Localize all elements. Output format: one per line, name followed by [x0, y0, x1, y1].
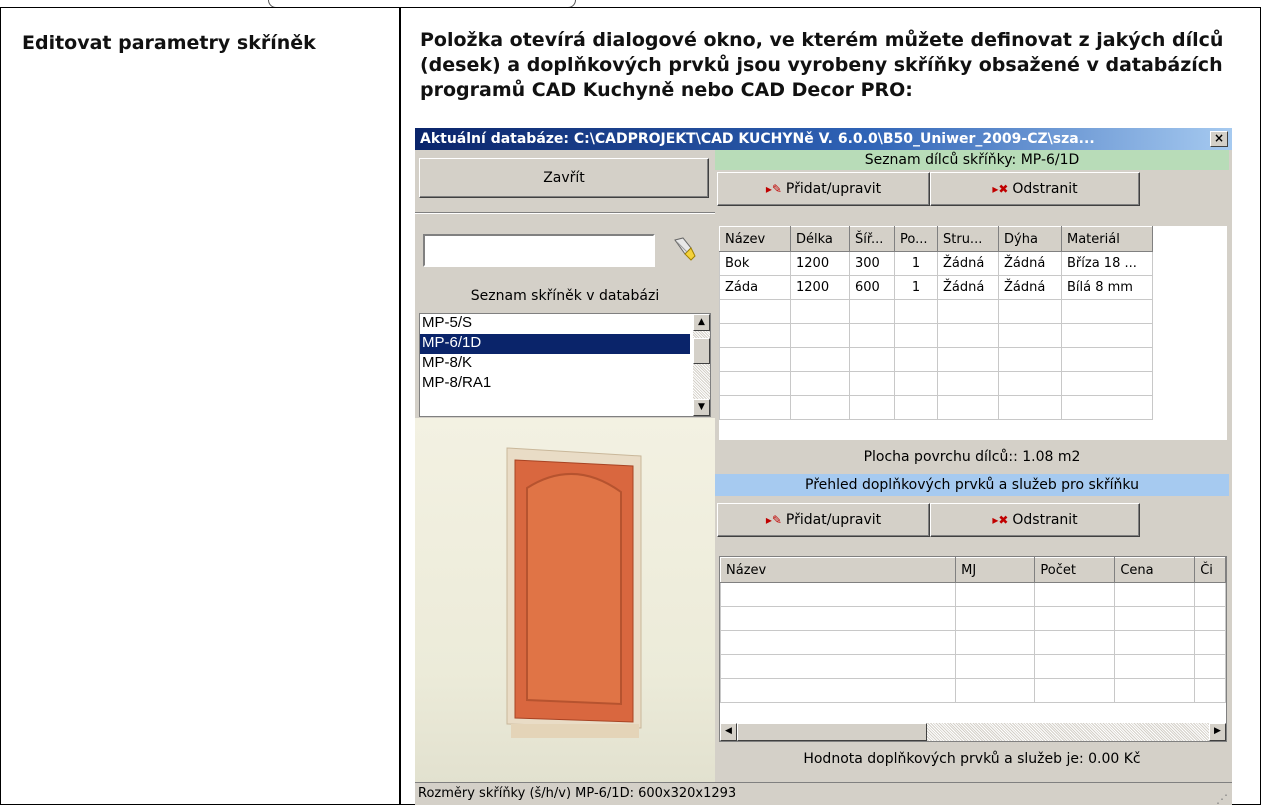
col-name[interactable]: Název	[719, 226, 791, 252]
horizontal-scrollbar[interactable]: ◀ ▶	[720, 723, 1226, 741]
remove-parts-button[interactable]: ▸✖ Odstranit	[930, 172, 1140, 206]
list-item-selected[interactable]: MP-6/1D	[420, 334, 690, 354]
cell: Záda	[719, 275, 791, 300]
scroll-thumb[interactable]	[737, 723, 927, 741]
table-row-empty[interactable]	[719, 299, 1153, 324]
description-text: Položka otevírá dialogové okno, ve které…	[420, 29, 1224, 101]
parts-header: Seznam dílců skříňky: MP-6/1D	[715, 150, 1229, 170]
list-item[interactable]: MP-8/RA1	[420, 374, 692, 394]
table-row-empty[interactable]	[719, 371, 1153, 396]
table-row-empty[interactable]	[720, 678, 1226, 703]
table-row-empty[interactable]	[719, 395, 1153, 420]
cell: 300	[849, 251, 895, 276]
term-cell: Editovat parametry skříněk	[0, 7, 400, 805]
col-material[interactable]: Materiál	[1061, 226, 1153, 252]
remove-label: Odstranit	[1012, 181, 1078, 197]
edit-cabinet-dialog: Aktuální databáze: C:\CADPROJEKT\CAD KUC…	[415, 128, 1232, 805]
flashlight-icon[interactable]	[669, 234, 699, 264]
cabinet-list-header: Seznam skříněk v databázi	[470, 288, 660, 304]
cell: 600	[849, 275, 895, 300]
status-bar: Rozměry skříňky (š/h/v) MP-6/1D: 600x320…	[415, 782, 1232, 805]
add-edit-accessories-button[interactable]: ▸✎ Přidat/upravit	[717, 503, 930, 537]
cabinet-image	[506, 447, 642, 738]
term-label: Editovat parametry skříněk	[22, 32, 316, 54]
parts-table[interactable]: Název Délka Šíř... Po... Stru... Dýha Ma…	[719, 226, 1227, 440]
add-edit-label: Přidat/upravit	[785, 512, 882, 528]
dialog-title: Aktuální databáze: C:\CADPROJEKT\CAD KUC…	[420, 131, 1095, 147]
col-veneer[interactable]: Dýha	[998, 226, 1062, 252]
cell: Žádná	[998, 275, 1062, 300]
separator-highlight	[415, 213, 715, 214]
scroll-up-icon[interactable]: ▲	[693, 314, 710, 331]
list-item[interactable]: MP-5/S	[420, 314, 692, 334]
scroll-thumb[interactable]	[693, 338, 710, 364]
cabinet-preview	[415, 418, 715, 782]
table-row-empty[interactable]	[720, 606, 1226, 631]
col-price[interactable]: Cena	[1114, 557, 1196, 583]
remove-x-icon: ▸✖	[992, 182, 1009, 196]
remove-x-icon: ▸✖	[992, 513, 1009, 527]
table-row[interactable]: Bok 1200 300 1 Žádná Žádná Bříza 18 ...	[719, 251, 1153, 276]
accessories-header: Přehled doplňkových prvků a služeb pro s…	[715, 474, 1229, 496]
cell: Žádná	[937, 275, 999, 300]
col-width[interactable]: Šíř...	[849, 226, 895, 252]
col-unit[interactable]: MJ	[955, 557, 1036, 583]
cell: 1200	[790, 275, 850, 300]
edit-pencil-icon: ▸✎	[765, 513, 782, 527]
cabinet-listbox[interactable]: MP-5/S MP-6/1D MP-8/K MP-8/RA1 ▲ ▼	[419, 313, 711, 417]
cell: 1	[894, 275, 938, 300]
resize-grip-icon[interactable]: ⋰	[1216, 788, 1228, 805]
scroll-right-icon[interactable]: ▶	[1209, 723, 1226, 741]
close-button[interactable]: Zavřít	[419, 158, 709, 198]
col-name[interactable]: Název	[720, 557, 957, 583]
list-item[interactable]: MP-8/K	[420, 354, 692, 374]
status-text: Rozměry skříňky (š/h/v) MP-6/1D: 600x320…	[418, 786, 737, 801]
list-scrollbar[interactable]: ▲ ▼	[693, 314, 710, 416]
table-row[interactable]: Záda 1200 600 1 Žádná Žádná Bílá 8 mm	[719, 275, 1153, 300]
scroll-down-icon[interactable]: ▼	[693, 399, 710, 416]
col-count[interactable]: Po...	[894, 226, 938, 252]
col-length[interactable]: Délka	[790, 226, 850, 252]
table-row-empty[interactable]	[719, 323, 1153, 348]
search-input[interactable]	[423, 234, 655, 267]
cell: Žádná	[937, 251, 999, 276]
cell: Bříza 18 ...	[1061, 251, 1153, 276]
scroll-left-icon[interactable]: ◀	[720, 723, 737, 741]
edit-pencil-icon: ▸✎	[765, 182, 782, 196]
remove-label: Odstranit	[1012, 512, 1078, 528]
cell: Bok	[719, 251, 791, 276]
col-more[interactable]: Či	[1194, 557, 1226, 583]
close-icon[interactable]: ×	[1210, 131, 1228, 147]
cell: Bílá 8 mm	[1061, 275, 1153, 300]
dialog-titlebar: Aktuální databáze: C:\CADPROJEKT\CAD KUC…	[415, 128, 1232, 150]
cell: 1	[894, 251, 938, 276]
col-count[interactable]: Počet	[1034, 557, 1116, 583]
add-edit-label: Přidat/upravit	[785, 181, 882, 197]
remove-accessories-button[interactable]: ▸✖ Odstranit	[930, 503, 1140, 537]
table-row-empty[interactable]	[720, 582, 1226, 607]
accessories-table[interactable]: Název MJ Počet Cena Či ◀ ▶	[719, 556, 1227, 742]
add-edit-parts-button[interactable]: ▸✎ Přidat/upravit	[717, 172, 930, 206]
table-row-empty[interactable]	[720, 630, 1226, 655]
cell: 1200	[790, 251, 850, 276]
cell: Žádná	[998, 251, 1062, 276]
col-structure[interactable]: Stru...	[937, 226, 999, 252]
table-row-empty[interactable]	[719, 347, 1153, 372]
table-row-empty[interactable]	[720, 654, 1226, 679]
surface-area-label: Plocha povrchu dílců:: 1.08 m2	[863, 449, 1081, 465]
accessories-value-label: Hodnota doplňkových prvků a služeb je: 0…	[803, 751, 1141, 767]
